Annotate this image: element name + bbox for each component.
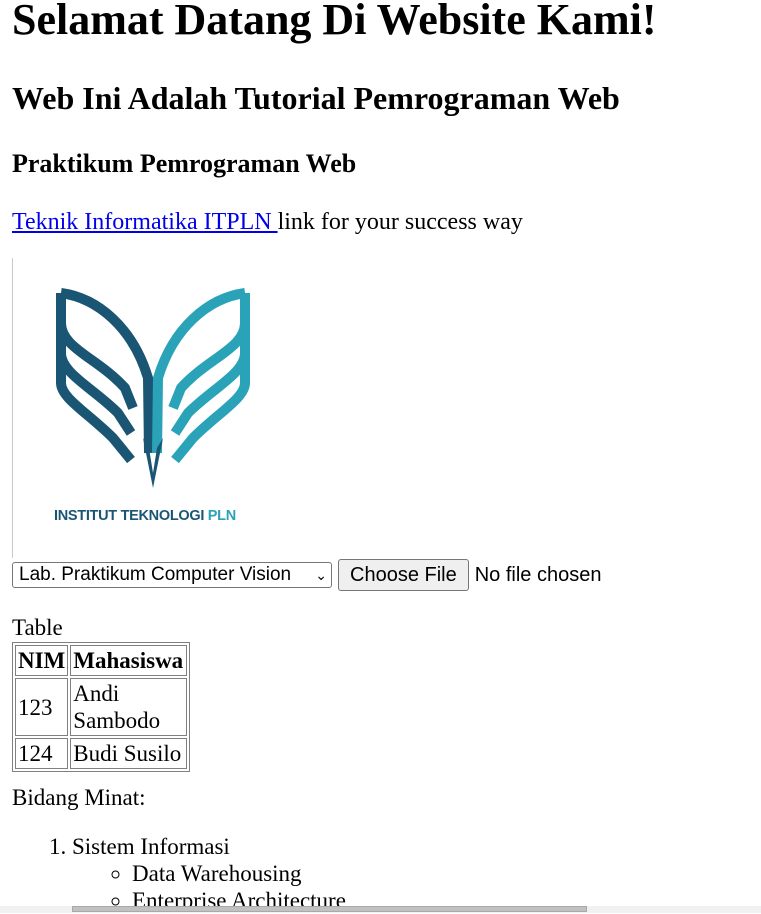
choose-file-button[interactable]: Choose File (338, 559, 469, 591)
sub-heading: Web Ini Adalah Tutorial Pemrograman Web (12, 80, 620, 116)
link-line: Teknik Informatika ITPLN link for your s… (12, 207, 523, 237)
bidang-label: Bidang Minat: (12, 785, 146, 810)
horizontal-scrollbar[interactable] (0, 906, 761, 913)
scrollbar-thumb[interactable] (72, 906, 587, 912)
link-suffix: link for your success way (277, 209, 523, 235)
section-heading: Praktikum Pemrograman Web (12, 149, 357, 178)
table-row: 123 Andi Sambodo (15, 678, 188, 736)
list-item: Sistem Informasi Data Warehousing Enterp… (72, 833, 346, 914)
chevron-down-icon: ⌄ (315, 566, 327, 583)
header-nim: NIM (15, 645, 69, 676)
itpln-link[interactable]: Teknik Informatika ITPLN (12, 209, 278, 235)
table-row: 124 Budi Susilo (15, 738, 188, 769)
lab-select[interactable]: Lab. Praktikum Computer Vision ⌄ (12, 562, 332, 588)
cell-mahasiswa: Andi Sambodo (70, 678, 188, 736)
form-controls: Lab. Praktikum Computer Vision ⌄ Choose … (12, 559, 601, 591)
itpln-logo-icon (56, 288, 250, 488)
main-heading: Selamat Datang Di Website Kami! (12, 0, 657, 44)
bidang-list: Sistem Informasi Data Warehousing Enterp… (12, 833, 346, 914)
cell-nim: 124 (15, 738, 69, 769)
logo-image: INSTITUT TEKNOLOGI PLN (12, 258, 283, 558)
file-status: No file chosen (474, 563, 602, 586)
table-header-row: NIM Mahasiswa (15, 645, 188, 676)
lab-select-value: Lab. Praktikum Computer Vision (19, 564, 292, 585)
cell-mahasiswa: Budi Susilo (70, 738, 188, 769)
cell-nim: 123 (15, 678, 69, 736)
logo-caption: INSTITUT TEKNOLOGI PLN (54, 508, 236, 524)
list-item: Data Warehousing (132, 860, 346, 887)
student-table: NIM Mahasiswa 123 Andi Sambodo 124 Budi … (12, 642, 191, 772)
table-label: Table (12, 615, 63, 640)
header-mahasiswa: Mahasiswa (70, 645, 188, 676)
